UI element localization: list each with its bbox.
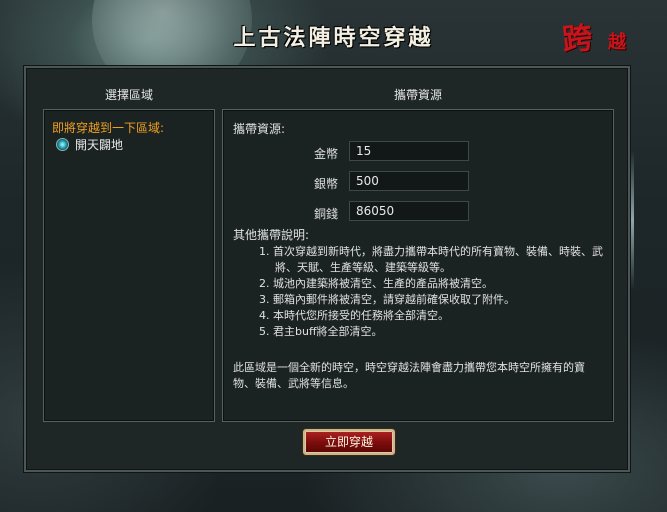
region-description: 此區域是一個全新的時空，時空穿越法陣會盡力攜帶您本時空所擁有的寶物、裝備、武將等… [233,361,585,390]
logo-char-1: 跨 [560,20,595,59]
silver-label: 銀幣 [313,177,338,191]
copper-label: 銅錢 [313,207,338,221]
other-notes-label: 其他攜帶說明: [233,228,310,242]
region-header: 選擇區域 [104,88,153,102]
region-panel: 即將穿越到一下區域: 開天闢地 [43,109,215,422]
gold-label: 金幣 [313,147,338,161]
resources-header: 攜帶資源 [393,88,442,102]
note-item: 1. 首次穿越到新時代，將盡力攜帶本時代的所有寶物、裝備、時裝、武將、天賦、生產… [259,245,603,274]
resources-panel: 攜帶資源: 金幣 15 銀幣 500 銅錢 86050 其他攜帶說明: 1. 首… [222,109,614,422]
copper-value: 86050 [349,201,469,221]
gold-value: 15 [349,141,469,161]
region-prompt: 即將穿越到一下區域: [52,121,165,135]
region-option-label: 開天闢地 [75,138,124,152]
notes-list: 1. 首次穿越到新時代，將盡力攜帶本時代的所有寶物、裝備、時裝、武將、天賦、生產… [259,244,604,340]
note-item: 5. 君主buff將全部清空。 [259,325,383,338]
travel-now-button[interactable]: 立即穿越 [303,429,395,455]
note-item: 4. 本時代您所接受的任務將全部清空。 [259,309,449,322]
dialog-frame: 選擇區域 攜帶資源 即將穿越到一下區域: 開天闢地 攜帶資源: 金幣 15 銀幣… [24,66,630,472]
logo-char-2: 越 [608,32,626,53]
silver-value: 500 [349,171,469,191]
resources-label: 攜帶資源: [233,122,286,136]
region-option[interactable]: 開天闢地 [56,136,123,153]
note-item: 2. 城池內建築將被清空、生產的產品將被清空。 [259,277,493,290]
note-item: 3. 郵箱內郵件將被清空，請穿越前確保收取了附件。 [259,293,515,306]
radio-selected-icon[interactable] [56,138,69,151]
